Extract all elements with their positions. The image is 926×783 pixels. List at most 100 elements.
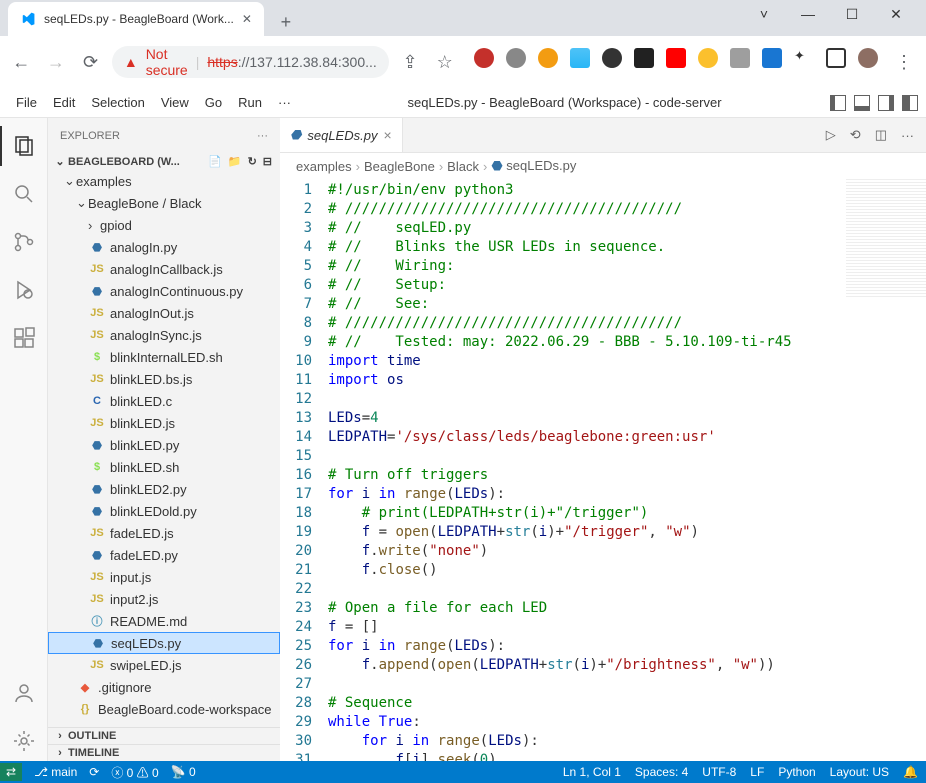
ext-icon[interactable] <box>506 48 526 68</box>
file-.gitignore[interactable]: ◆.gitignore <box>48 676 280 698</box>
file-blinkLED2.py[interactable]: ⬣blinkLED2.py <box>48 478 280 500</box>
menu-file[interactable]: File <box>8 95 45 110</box>
back-button[interactable]: ← <box>8 48 35 76</box>
file-blinkInternalLED.sh[interactable]: $blinkInternalLED.sh <box>48 346 280 368</box>
new-file-icon[interactable]: 📄 <box>208 155 222 168</box>
address-bar[interactable]: ▲ Not secure | https://137.112.38.84:300… <box>112 46 389 78</box>
branch-indicator[interactable]: ⎇ main <box>34 765 77 779</box>
run-history-icon[interactable]: ⟲ <box>850 127 861 143</box>
run-icon[interactable]: ▷ <box>826 127 836 143</box>
activity-extensions[interactable] <box>0 318 48 358</box>
outline-section[interactable]: ›OUTLINE <box>48 727 280 744</box>
menu-view[interactable]: View <box>153 95 197 110</box>
layout-right-icon[interactable] <box>878 95 894 111</box>
activity-source-control[interactable] <box>0 222 48 262</box>
file-input2.js[interactable]: JSinput2.js <box>48 588 280 610</box>
menu-run[interactable]: Run <box>230 95 270 110</box>
ext-icon[interactable] <box>634 48 654 68</box>
explorer-more-icon[interactable]: ··· <box>257 130 268 142</box>
ext-icon[interactable] <box>762 48 782 68</box>
ext-icon[interactable] <box>538 48 558 68</box>
file-fadeLED.js[interactable]: JSfadeLED.js <box>48 522 280 544</box>
forward-button[interactable]: → <box>43 48 70 76</box>
file-blinkLED.js[interactable]: JSblinkLED.js <box>48 412 280 434</box>
file-blinkLED.py[interactable]: ⬣blinkLED.py <box>48 434 280 456</box>
refresh-icon[interactable]: ↻ <box>248 155 257 168</box>
sync-icon[interactable]: ⟳ <box>89 765 99 779</box>
workspace-header[interactable]: ⌄ BEAGLEBOARD (W... 📄 📁 ↻ ⊟ <box>48 153 280 170</box>
file-analogIn.py[interactable]: ⬣analogIn.py <box>48 236 280 258</box>
notifications-icon[interactable]: 🔔 <box>903 765 918 779</box>
window-minimize-icon[interactable]: — <box>798 4 818 24</box>
file-BeagleBoard.code-workspace[interactable]: {}BeagleBoard.code-workspace <box>48 698 280 720</box>
timeline-section[interactable]: ›TIMELINE <box>48 744 280 761</box>
ext-icon[interactable] <box>826 48 846 68</box>
folder-beaglebone---black[interactable]: ⌄ BeagleBone / Black <box>48 192 280 214</box>
file-analogInSync.js[interactable]: JSanalogInSync.js <box>48 324 280 346</box>
split-editor-icon[interactable]: ◫ <box>875 127 887 143</box>
menu-go[interactable]: Go <box>197 95 230 110</box>
menu-selection[interactable]: Selection <box>83 95 152 110</box>
ext-icon[interactable] <box>730 48 750 68</box>
file-input.js[interactable]: JSinput.js <box>48 566 280 588</box>
menu-···[interactable]: ··· <box>270 95 299 110</box>
file-blinkLED.sh[interactable]: $blinkLED.sh <box>48 456 280 478</box>
browser-tab[interactable]: seqLEDs.py - BeagleBoard (Work... ✕ <box>8 2 264 36</box>
cursor-position[interactable]: Ln 1, Col 1 <box>563 765 621 779</box>
file-README.md[interactable]: ⓘREADME.md <box>48 610 280 632</box>
file-swipeLED.js[interactable]: JSswipeLED.js <box>48 654 280 676</box>
broadcast-icon[interactable]: 📡 0 <box>171 765 196 779</box>
editor-more-icon[interactable]: ··· <box>901 128 914 143</box>
window-maximize-icon[interactable]: ☐ <box>842 4 862 24</box>
collapse-icon[interactable]: ⊟ <box>263 155 272 168</box>
breadcrumb-item[interactable]: ⬣ seqLEDs.py <box>491 158 576 174</box>
file-fadeLED.py[interactable]: ⬣fadeLED.py <box>48 544 280 566</box>
encoding-indicator[interactable]: UTF-8 <box>702 765 736 779</box>
activity-accounts[interactable] <box>0 673 48 713</box>
editor-tab[interactable]: ⬣ seqLEDs.py × <box>280 118 403 152</box>
reload-button[interactable]: ⟳ <box>77 48 104 76</box>
activity-settings[interactable] <box>0 721 48 761</box>
window-close-icon[interactable]: ✕ <box>886 4 906 24</box>
file-blinkLED.c[interactable]: CblinkLED.c <box>48 390 280 412</box>
remote-icon[interactable]: ⇄ <box>0 763 22 781</box>
activity-search[interactable] <box>0 174 48 214</box>
layout-bottom-icon[interactable] <box>854 95 870 111</box>
menu-edit[interactable]: Edit <box>45 95 83 110</box>
breadcrumb-item[interactable]: Black <box>447 159 479 174</box>
ext-icon[interactable] <box>602 48 622 68</box>
close-icon[interactable]: ✕ <box>242 12 252 26</box>
file-seqLEDs.py[interactable]: ⬣seqLEDs.py <box>48 632 280 654</box>
share-icon[interactable]: ⇪ <box>397 48 424 76</box>
window-dropdown-icon[interactable]: ˅ <box>754 4 774 24</box>
breadcrumb-item[interactable]: examples <box>296 159 352 174</box>
file-blinkLED.bs.js[interactable]: JSblinkLED.bs.js <box>48 368 280 390</box>
file-analogInOut.js[interactable]: JSanalogInOut.js <box>48 302 280 324</box>
folder-gpiod[interactable]: › gpiod <box>48 214 280 236</box>
file-analogInCallback.js[interactable]: JSanalogInCallback.js <box>48 258 280 280</box>
ext-youtube-icon[interactable] <box>666 48 686 68</box>
close-tab-icon[interactable]: × <box>383 127 391 143</box>
layout-indicator[interactable]: Layout: US <box>830 765 889 779</box>
file-blinkLEDold.py[interactable]: ⬣blinkLEDold.py <box>48 500 280 522</box>
layout-left-icon[interactable] <box>830 95 846 111</box>
problems-indicator[interactable]: ⓧ 0 ⚠ 0 <box>111 764 158 781</box>
ext-icon[interactable] <box>570 48 590 68</box>
eol-indicator[interactable]: LF <box>750 765 764 779</box>
code-content[interactable]: #!/usr/bin/env python3# ////////////////… <box>328 179 926 761</box>
layout-customize-icon[interactable] <box>902 95 918 111</box>
indent-indicator[interactable]: Spaces: 4 <box>635 765 688 779</box>
new-folder-icon[interactable]: 📁 <box>228 155 242 168</box>
new-tab-button[interactable]: + <box>272 8 300 36</box>
chrome-menu-icon[interactable]: ⋮ <box>890 48 918 76</box>
bookmark-icon[interactable]: ☆ <box>431 48 458 76</box>
file-analogInContinuous.py[interactable]: ⬣analogInContinuous.py <box>48 280 280 302</box>
ext-ublock-icon[interactable] <box>474 48 494 68</box>
breadcrumb-item[interactable]: BeagleBone <box>364 159 435 174</box>
profile-avatar[interactable] <box>858 48 878 68</box>
folder-examples[interactable]: ⌄ examples <box>48 170 280 192</box>
breadcrumb[interactable]: examples ›BeagleBone ›Black ›⬣ seqLEDs.p… <box>280 153 926 179</box>
activity-run-debug[interactable] <box>0 270 48 310</box>
ext-icon[interactable] <box>698 48 718 68</box>
minimap[interactable] <box>846 179 926 299</box>
